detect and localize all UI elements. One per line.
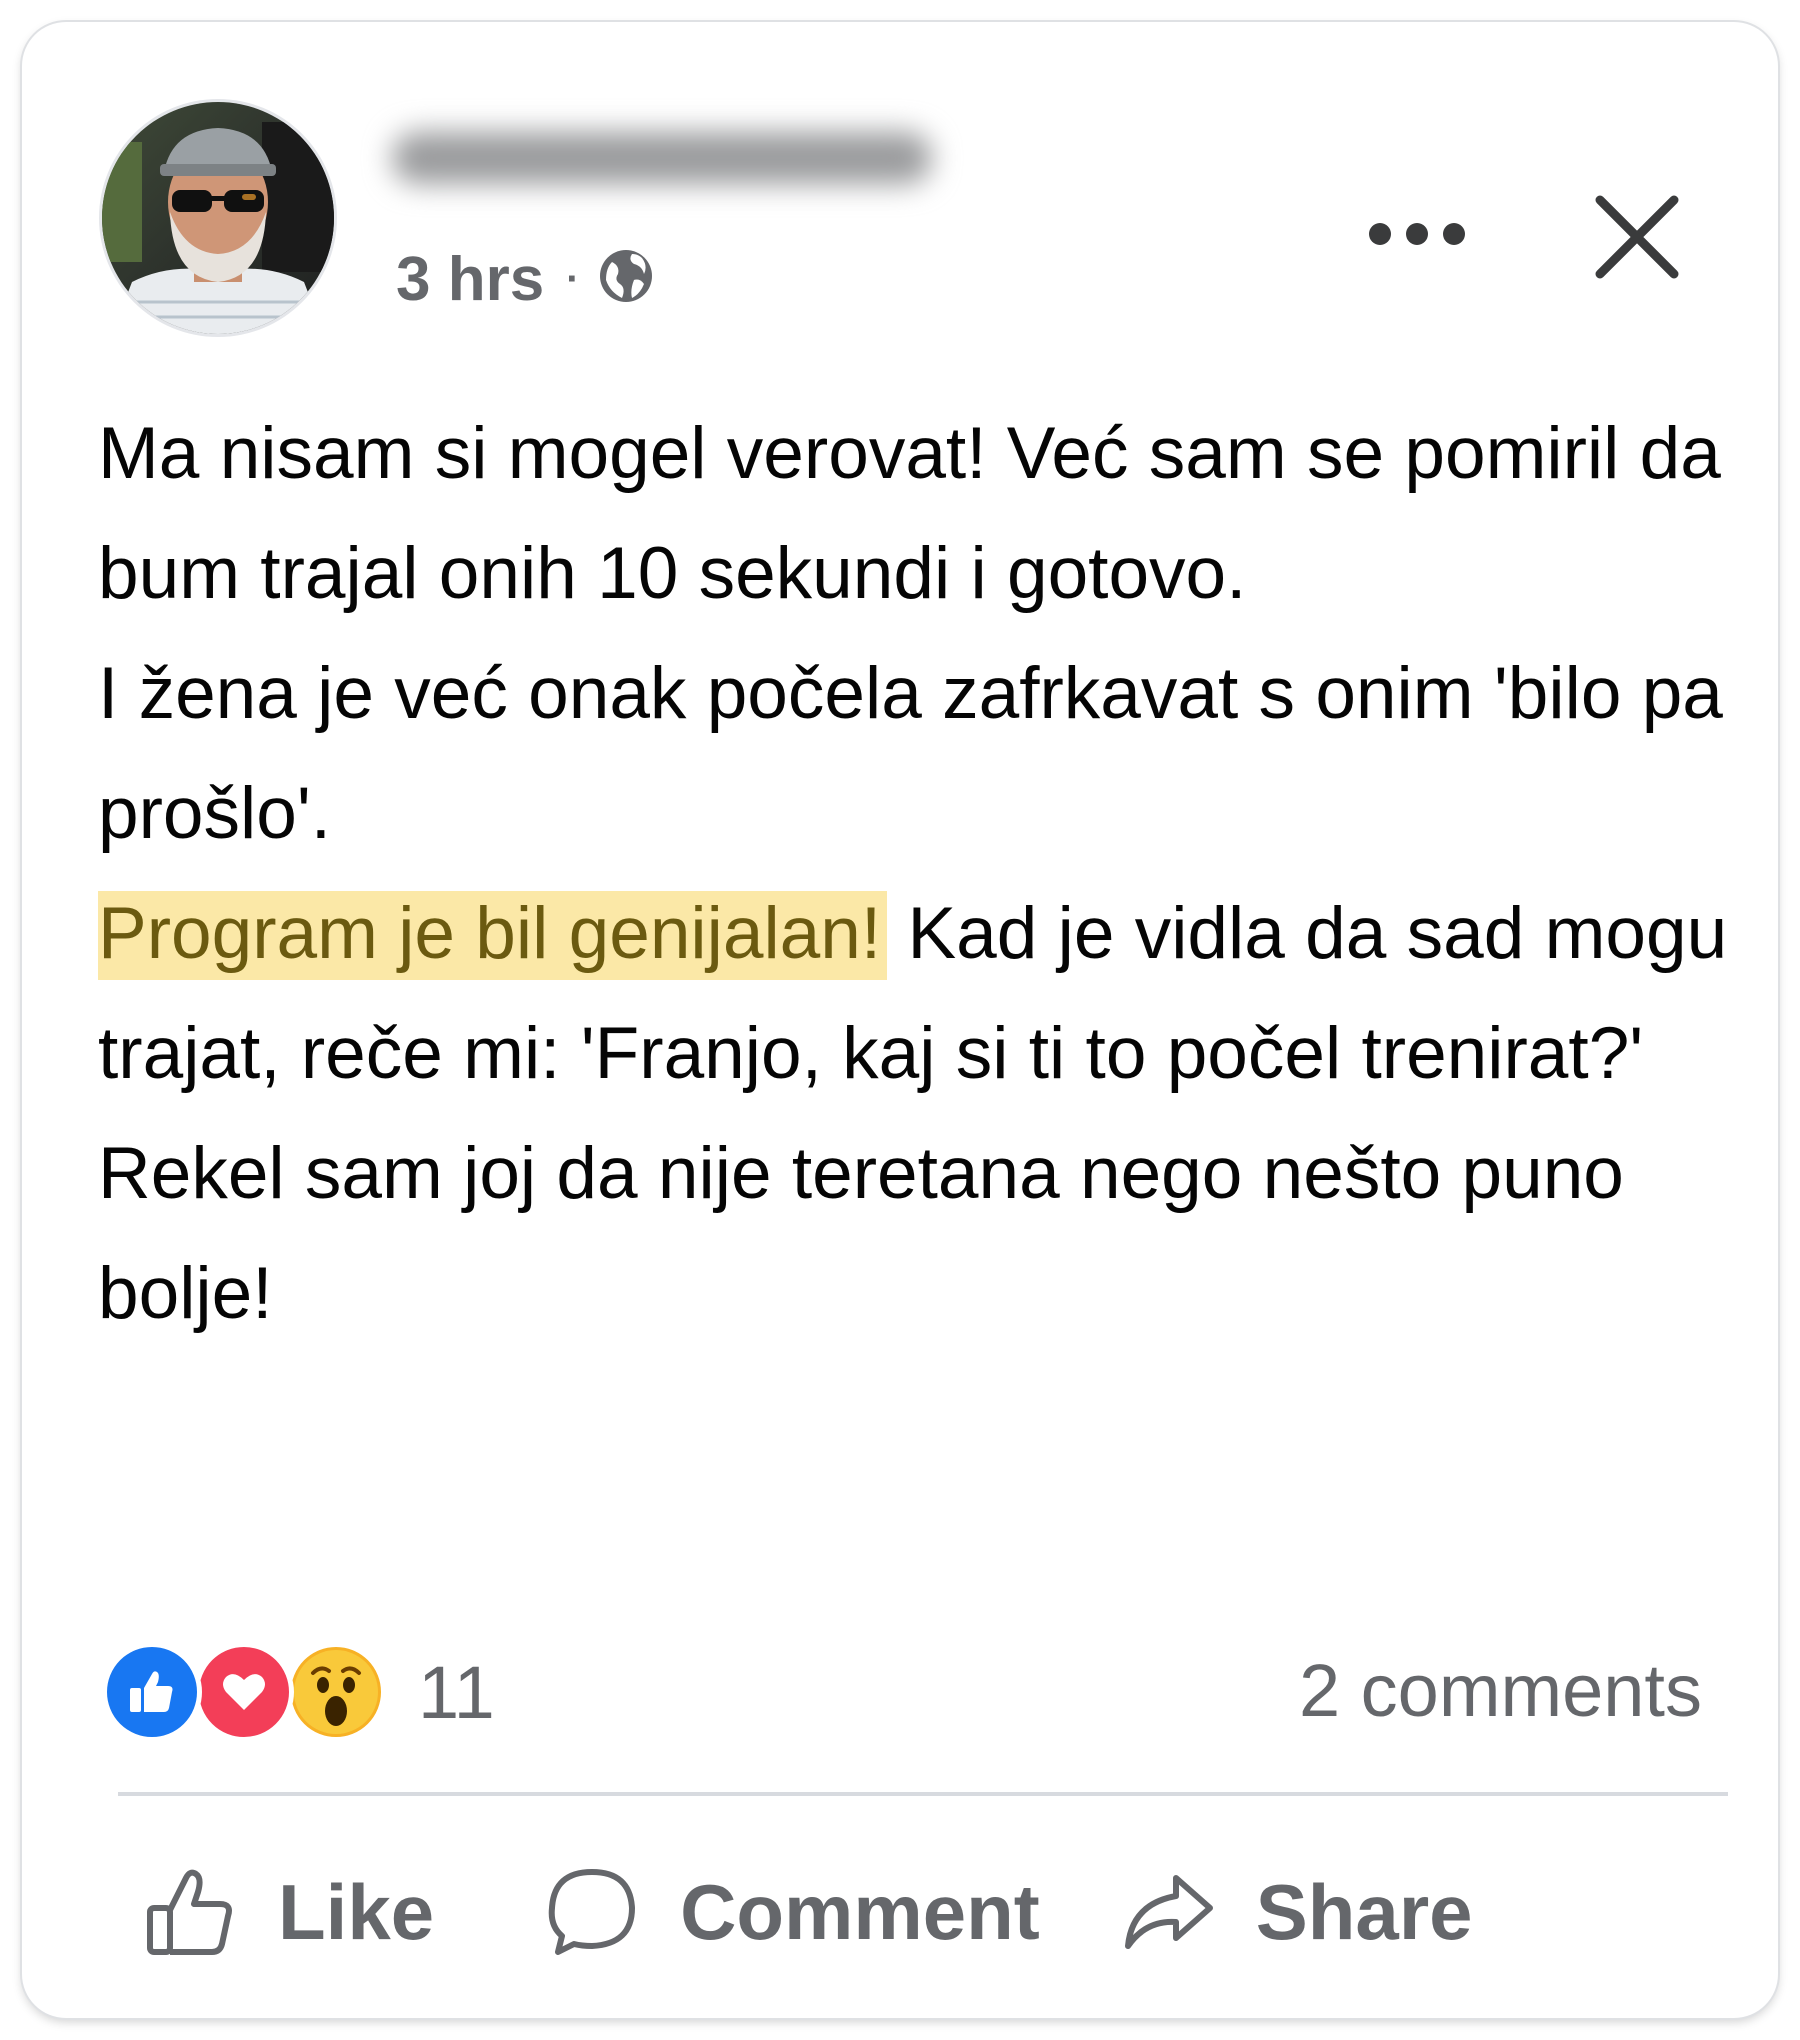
ellipsis-icon <box>1369 223 1465 245</box>
close-button[interactable] <box>1582 182 1692 292</box>
share-button[interactable]: Share <box>1120 1864 1473 1960</box>
comment-icon <box>548 1869 636 1955</box>
post-paragraph: Rekel sam joj da nije teretana nego nešt… <box>98 1133 1624 1334</box>
divider <box>118 1792 1728 1796</box>
share-icon <box>1124 1875 1213 1949</box>
post-card: 3 hrs · Ma nisam si mogel verovat! Već s… <box>22 22 1778 2018</box>
post-paragraph: Ma nisam si mogel verovat! Već sam se po… <box>98 413 1721 614</box>
thumbs-up-icon <box>147 1869 232 1955</box>
avatar-photo <box>102 102 334 334</box>
share-label: Share <box>1255 1867 1473 1956</box>
action-bar: Like Comment Share <box>98 1842 1738 1982</box>
post-text: Ma nisam si mogel verovat! Već sam se po… <box>98 394 1738 1354</box>
love-icon <box>194 1642 294 1742</box>
close-icon <box>1595 195 1679 279</box>
post-paragraph: Program je bil genijalan! Kad je vidla d… <box>98 874 1738 1114</box>
like-icon <box>102 1642 202 1742</box>
highlighted-text: Program je bil genijalan! <box>98 891 888 980</box>
post-paragraph: I žena je već onak počela zafrkavat s on… <box>98 653 1723 854</box>
globe-icon[interactable] <box>598 240 654 319</box>
author-name[interactable] <box>378 120 938 200</box>
wow-icon <box>286 1642 386 1742</box>
more-options-button[interactable] <box>1362 204 1472 264</box>
comments-count-link[interactable]: 2 comments <box>1299 1648 1702 1733</box>
comment-label: Comment <box>680 1867 1040 1956</box>
like-label: Like <box>278 1867 435 1956</box>
post-timestamp[interactable]: 3 hrs <box>396 244 544 315</box>
post-meta: 3 hrs · <box>396 244 654 314</box>
reaction-count: 11 <box>418 1650 495 1734</box>
comment-button[interactable]: Comment <box>544 1864 1040 1960</box>
like-button[interactable]: Like <box>142 1864 434 1960</box>
meta-separator: · <box>566 256 580 301</box>
author-avatar[interactable] <box>102 102 334 334</box>
reactions-summary[interactable]: 11 <box>102 1640 495 1744</box>
